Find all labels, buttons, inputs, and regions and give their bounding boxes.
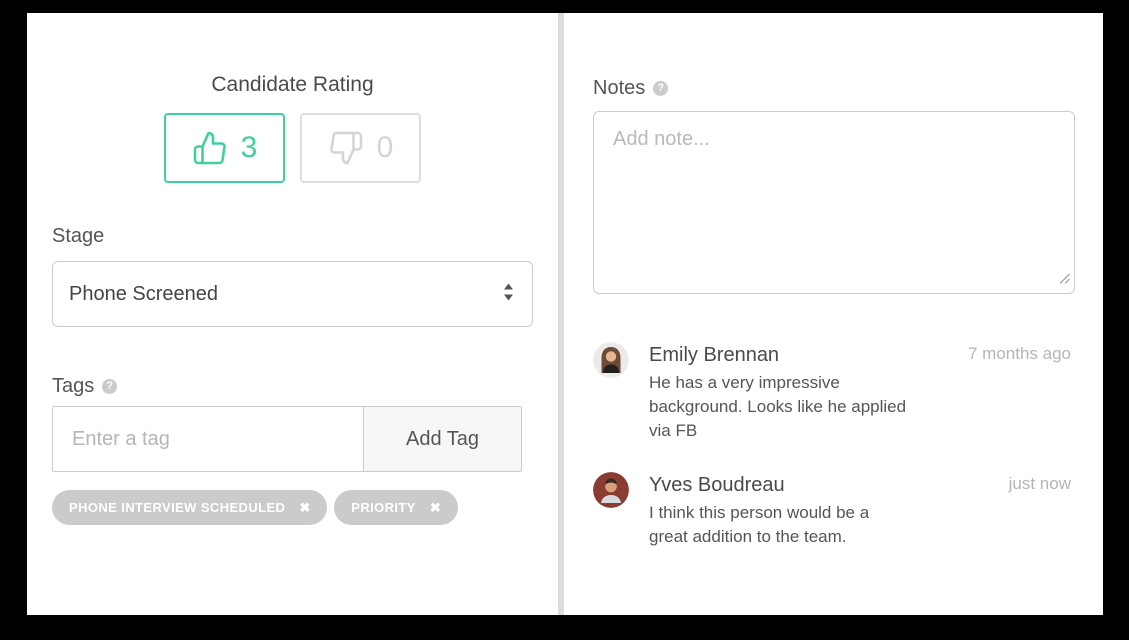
avatar [593,342,629,378]
tag-input[interactable] [52,406,363,472]
add-tag-button[interactable]: Add Tag [363,406,522,472]
tag-input-row: Add Tag [52,406,522,472]
tag-pills-row: PHONE INTERVIEW SCHEDULED ✖ PRIORITY ✖ [52,490,533,525]
note-entry: Emily Brennan He has a very impressive b… [593,342,1075,443]
notes-label-row: Notes ? [593,77,1075,100]
thumbs-down-icon [328,130,364,166]
candidate-rating-title: Candidate Rating [52,73,533,97]
thumbs-up-icon [192,130,228,166]
remove-tag-icon[interactable]: ✖ [430,501,441,514]
stage-select-value: Phone Screened [69,283,218,306]
stage-select[interactable]: Phone Screened [52,261,533,327]
avatar [593,472,629,508]
add-note-textarea[interactable] [593,111,1075,294]
note-content: Emily Brennan He has a very impressive b… [649,342,906,443]
note-entry: Yves Boudreau I think this person would … [593,472,1075,549]
note-author: Emily Brennan [649,342,906,368]
rating-buttons-row: 3 0 [52,113,533,183]
note-timestamp: 7 months ago [968,344,1071,364]
notes-label: Notes [593,77,645,100]
thumbs-up-count: 3 [241,133,258,163]
note-text: He has a very impressive background. Loo… [649,371,906,443]
tag-pill: PHONE INTERVIEW SCHEDULED ✖ [52,490,327,525]
tag-pill-label: PHONE INTERVIEW SCHEDULED [69,500,285,515]
tags-label-row: Tags ? [52,375,533,398]
note-content: Yves Boudreau I think this person would … [649,472,869,549]
notes-panel: Notes ? Emily Brenna [564,13,1103,615]
note-timestamp: just now [1009,474,1071,494]
tags-label: Tags [52,375,94,398]
stage-label: Stage [52,225,533,248]
thumbs-down-count: 0 [377,133,394,163]
notes-help-icon[interactable]: ? [653,81,668,96]
rating-panel: Candidate Rating 3 0 [27,13,558,615]
note-author: Yves Boudreau [649,472,869,498]
note-textarea-wrap [593,111,1075,294]
thumbs-down-button[interactable]: 0 [300,113,421,183]
remove-tag-icon[interactable]: ✖ [299,501,310,514]
tags-help-icon[interactable]: ? [102,379,117,394]
candidate-detail-window: Candidate Rating 3 0 [27,13,1103,615]
thumbs-up-button[interactable]: 3 [164,113,285,183]
note-text: I think this person would be a great add… [649,501,869,549]
tag-pill-label: PRIORITY [351,500,416,515]
select-arrows-icon [501,281,516,308]
tag-pill: PRIORITY ✖ [334,490,458,525]
